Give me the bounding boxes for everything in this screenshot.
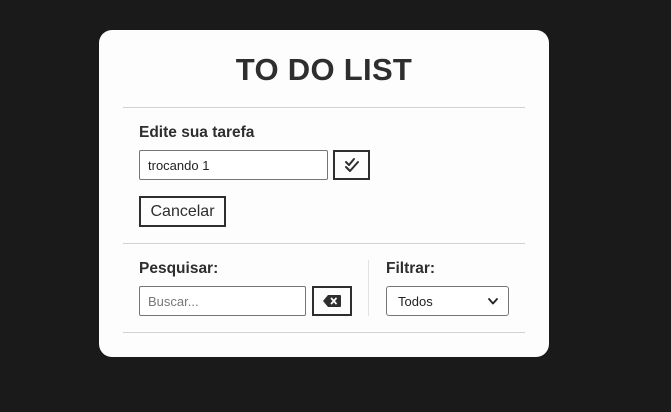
chevron-down-icon [488, 297, 498, 305]
double-check-icon [344, 157, 360, 173]
divider-bottom [123, 332, 525, 333]
page-title: TO DO LIST [235, 52, 413, 87]
confirm-edit-button[interactable] [333, 150, 370, 180]
cancel-button[interactable]: Cancelar [139, 196, 226, 227]
edit-task-label: Edite sua tarefa [139, 124, 255, 141]
divider-top [123, 107, 525, 108]
edit-task-input[interactable] [139, 150, 328, 180]
search-input[interactable] [139, 286, 306, 316]
filter-label: Filtrar: [386, 260, 436, 277]
section-divider [368, 260, 369, 316]
filter-selected-value: Todos [398, 293, 433, 309]
clear-search-button[interactable] [312, 286, 352, 316]
filter-select[interactable]: Todos [386, 286, 509, 316]
backspace-icon [323, 295, 341, 307]
todo-card: TO DO LIST Edite sua tarefa Cancelar Pes… [99, 30, 549, 357]
search-label: Pesquisar: [139, 260, 219, 277]
divider-middle [123, 243, 525, 244]
